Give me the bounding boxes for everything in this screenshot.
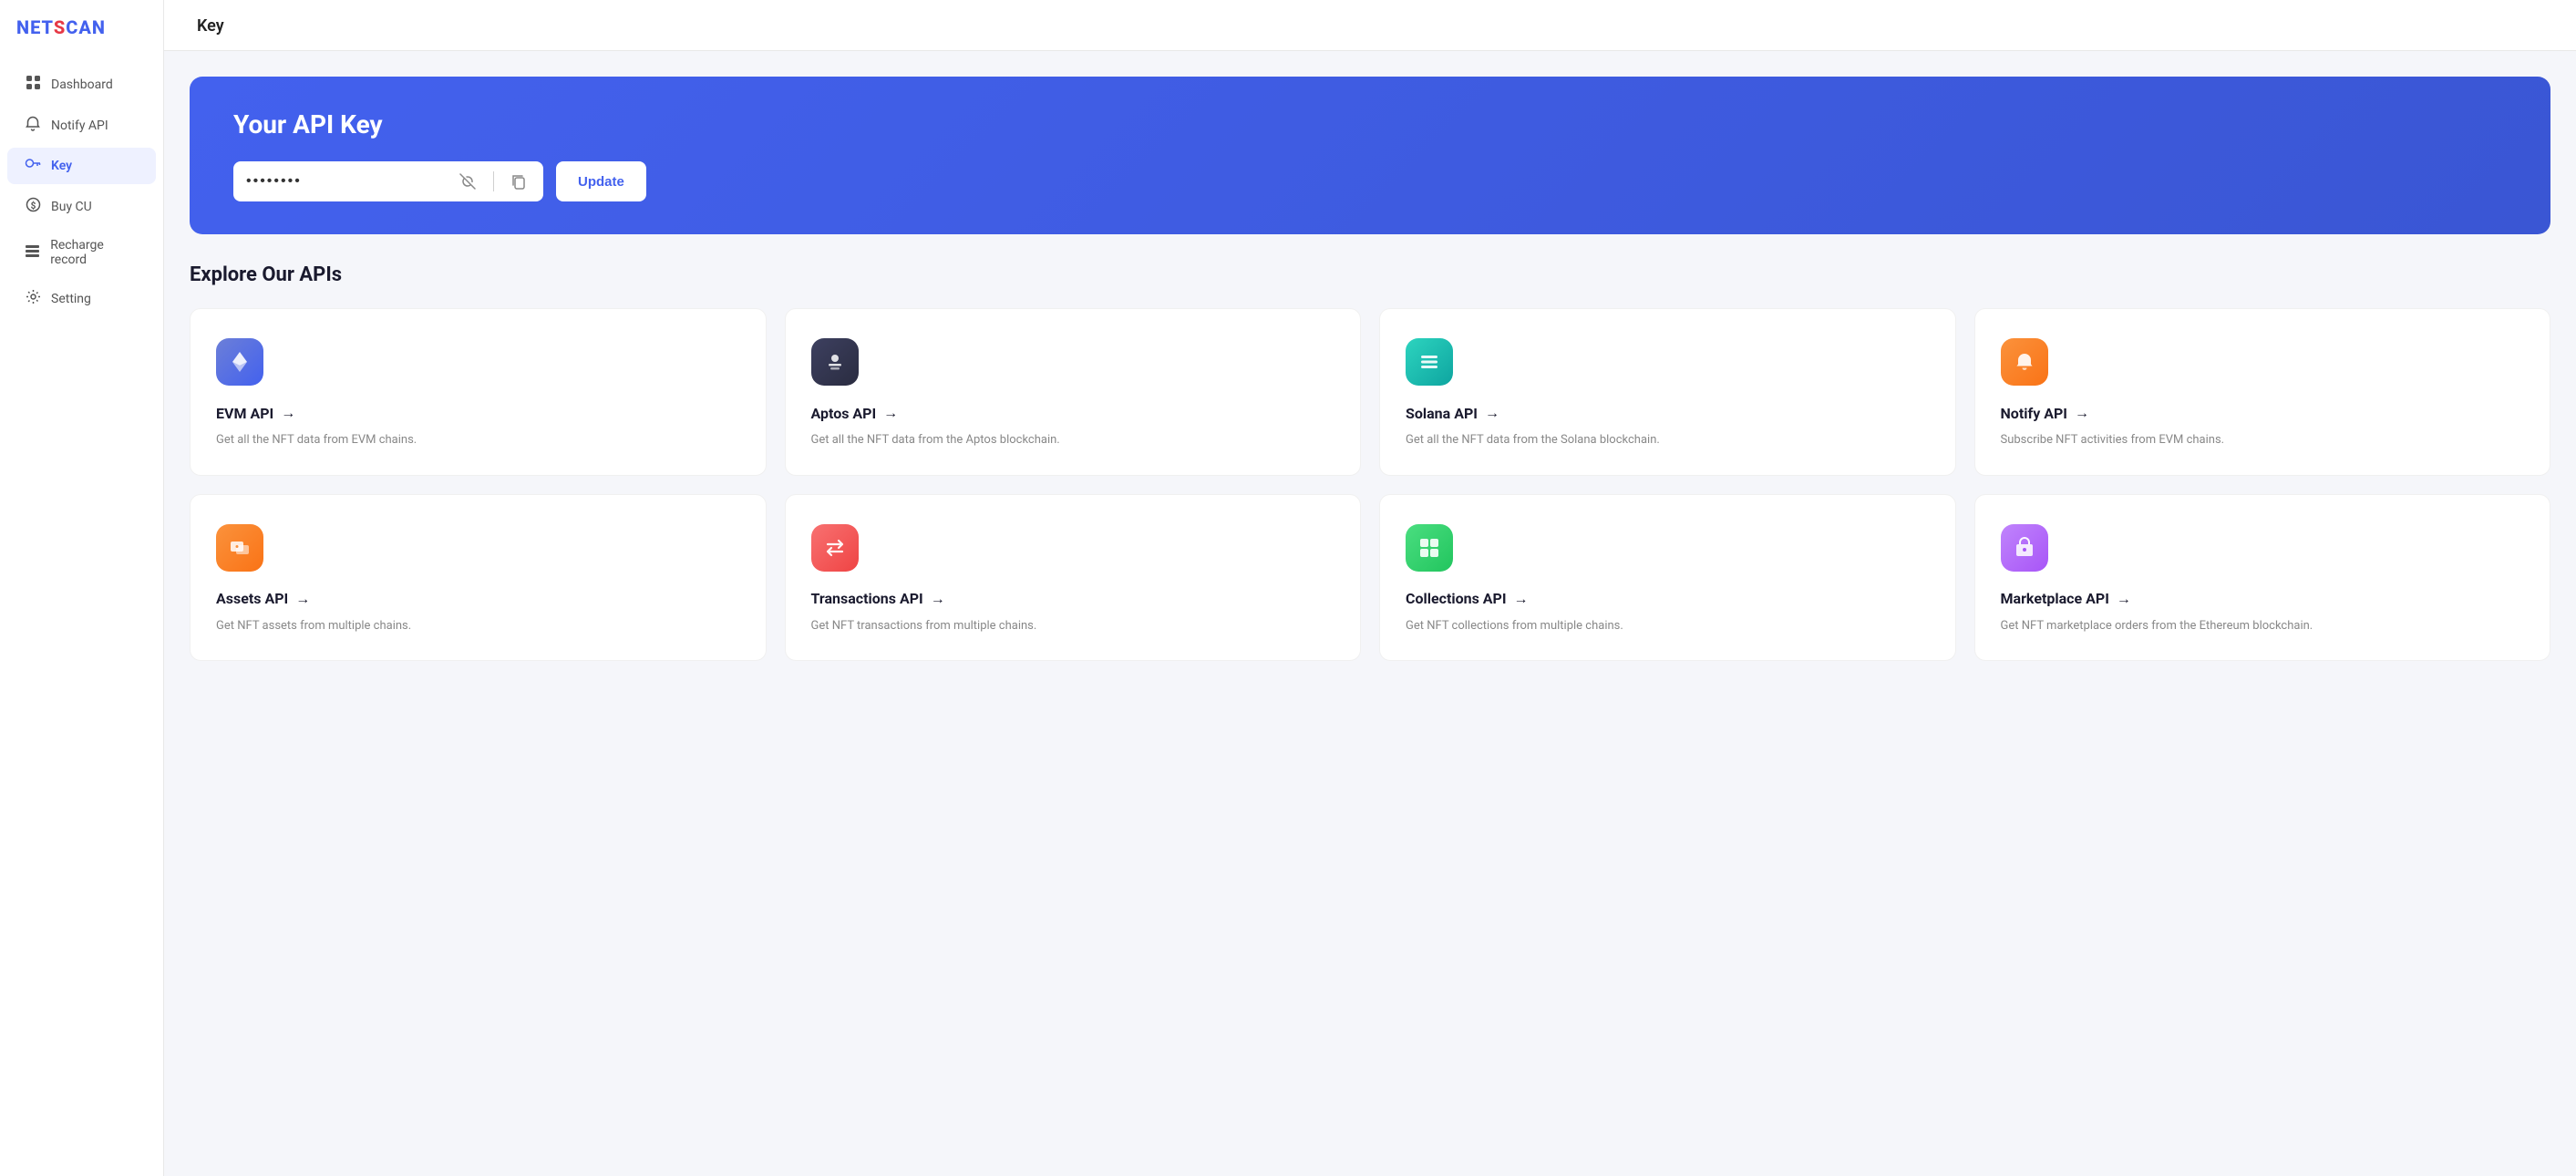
sidebar: NETSCAN Dashboard Notify API Key $	[0, 0, 164, 1176]
copy-icon	[510, 173, 527, 190]
arrow-icon: →	[931, 590, 945, 608]
collections-api-icon	[1406, 524, 1453, 572]
aptos-api-title: Aptos API →	[811, 404, 1335, 422]
api-card-notify[interactable]: Notify API → Subscribe NFT activities fr…	[1974, 308, 2551, 476]
marketplace-api-desc: Get NFT marketplace orders from the Ethe…	[2001, 617, 2525, 635]
page-title-bar: Key	[164, 0, 2576, 51]
explore-section: Explore Our APIs EVM API → Get all the N…	[164, 234, 2576, 690]
sidebar-item-buy-cu-label: Buy CU	[51, 200, 92, 214]
notify-api-desc: Subscribe NFT activities from EVM chains…	[2001, 431, 2525, 449]
transactions-api-title: Transactions API →	[811, 590, 1335, 608]
sidebar-item-dashboard-label: Dashboard	[51, 77, 113, 92]
api-card-collections[interactable]: Collections API → Get NFT collections fr…	[1379, 494, 1956, 662]
api-card-solana[interactable]: Solana API → Get all the NFT data from t…	[1379, 308, 1956, 476]
notify-api-icon	[2001, 338, 2048, 386]
sidebar-item-setting[interactable]: Setting	[7, 280, 156, 317]
nav-items: Dashboard Notify API Key $ Buy CU Rechar…	[0, 55, 163, 328]
main-content: Key Your API Key	[164, 0, 2576, 1176]
aptos-icon	[822, 349, 848, 375]
logo-area: NETSCAN	[0, 0, 163, 55]
marketplace-icon	[2012, 535, 2037, 561]
sidebar-item-key[interactable]: Key	[7, 148, 156, 184]
sidebar-item-buy-cu[interactable]: $ Buy CU	[7, 188, 156, 225]
list-icon	[24, 243, 41, 263]
aptos-api-icon	[811, 338, 859, 386]
collections-api-desc: Get NFT collections from multiple chains…	[1406, 617, 1930, 635]
sidebar-item-key-label: Key	[51, 159, 72, 173]
api-card-aptos[interactable]: Aptos API → Get all the NFT data from th…	[785, 308, 1362, 476]
input-divider	[493, 171, 494, 191]
api-key-input[interactable]	[246, 173, 446, 190]
sidebar-item-dashboard[interactable]: Dashboard	[7, 66, 156, 103]
assets-api-title: Assets API →	[216, 590, 740, 608]
hero-section: Your API Key	[190, 77, 2550, 234]
solana-icon	[1417, 349, 1442, 375]
marketplace-api-title: Marketplace API →	[2001, 590, 2525, 608]
assets-api-icon	[216, 524, 263, 572]
notify-icon	[2012, 349, 2037, 375]
api-card-evm[interactable]: EVM API → Get all the NFT data from EVM …	[190, 308, 767, 476]
page-title: Key	[197, 16, 224, 36]
explore-title: Explore Our APIs	[190, 263, 2550, 286]
arrow-icon: →	[883, 404, 898, 422]
sidebar-item-notify-api-label: Notify API	[51, 119, 108, 133]
solana-api-icon	[1406, 338, 1453, 386]
hero-title: Your API Key	[233, 109, 2507, 139]
arrow-icon: →	[2117, 590, 2131, 608]
copy-button[interactable]	[507, 170, 531, 193]
bell-icon	[24, 116, 42, 135]
eye-slash-icon	[459, 172, 477, 191]
evm-api-desc: Get all the NFT data from EVM chains.	[216, 431, 740, 449]
transactions-api-desc: Get NFT transactions from multiple chain…	[811, 617, 1335, 635]
evm-api-icon	[216, 338, 263, 386]
sidebar-item-setting-label: Setting	[51, 292, 91, 306]
arrow-icon: →	[1514, 590, 1529, 608]
solana-api-desc: Get all the NFT data from the Solana blo…	[1406, 431, 1930, 449]
api-card-transactions[interactable]: Transactions API → Get NFT transactions …	[785, 494, 1362, 662]
collections-api-title: Collections API →	[1406, 590, 1930, 608]
arrow-icon: →	[1485, 404, 1499, 422]
sidebar-item-notify-api[interactable]: Notify API	[7, 107, 156, 144]
logo: NETSCAN	[16, 16, 106, 38]
assets-icon	[227, 535, 252, 561]
ethereum-icon	[227, 349, 252, 375]
circle-dollar-icon: $	[24, 197, 42, 216]
api-key-input-wrap	[233, 161, 543, 201]
evm-api-title: EVM API →	[216, 404, 740, 422]
key-icon	[24, 157, 42, 175]
transactions-api-icon	[811, 524, 859, 572]
aptos-api-desc: Get all the NFT data from the Aptos bloc…	[811, 431, 1335, 449]
notify-api-title: Notify API →	[2001, 404, 2525, 422]
api-card-assets[interactable]: Assets API → Get NFT assets from multipl…	[190, 494, 767, 662]
arrow-icon: →	[2075, 404, 2089, 422]
transactions-icon	[822, 535, 848, 561]
sidebar-item-recharge-record[interactable]: Recharge record	[7, 229, 156, 276]
settings-icon	[24, 289, 42, 308]
update-button[interactable]: Update	[556, 161, 646, 201]
api-grid: EVM API → Get all the NFT data from EVM …	[190, 308, 2550, 661]
arrow-icon: →	[295, 590, 310, 608]
api-card-marketplace[interactable]: Marketplace API → Get NFT marketplace or…	[1974, 494, 2551, 662]
toggle-visibility-button[interactable]	[455, 169, 480, 194]
collections-icon	[1417, 535, 1442, 561]
grid-icon	[24, 75, 42, 94]
api-key-row: Update	[233, 161, 2507, 201]
sidebar-item-recharge-record-label: Recharge record	[50, 238, 139, 267]
arrow-icon: →	[281, 404, 295, 422]
marketplace-api-icon	[2001, 524, 2048, 572]
svg-text:$: $	[30, 200, 36, 211]
solana-api-title: Solana API →	[1406, 404, 1930, 422]
assets-api-desc: Get NFT assets from multiple chains.	[216, 617, 740, 635]
